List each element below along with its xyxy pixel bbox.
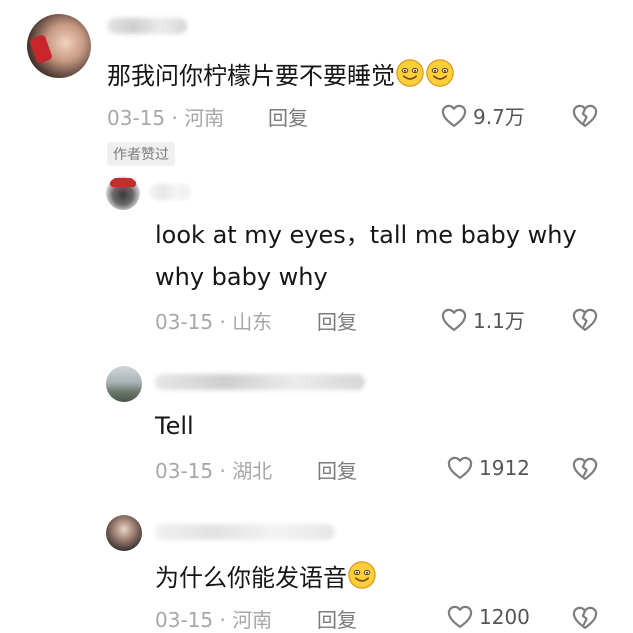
like-button[interactable]: 9.7万 — [440, 101, 525, 130]
like-count: 1912 — [479, 456, 530, 480]
comment-date-location: 03-15 · 山东 — [155, 310, 273, 334]
broken-heart-icon[interactable] — [571, 604, 599, 632]
broken-heart-icon[interactable] — [571, 102, 599, 130]
comment-date-location: 03-15 · 河南 — [107, 106, 225, 130]
heart-icon — [446, 454, 474, 482]
comment-date-location: 03-15 · 河南 — [155, 608, 273, 632]
comment-text: Tell — [155, 412, 194, 440]
avatar[interactable] — [27, 14, 91, 78]
like-count: 9.7万 — [473, 105, 525, 129]
avatar[interactable] — [106, 176, 140, 210]
broken-heart-icon[interactable] — [571, 306, 599, 334]
reply-button[interactable]: 回复 — [317, 455, 357, 484]
broken-heart-icon[interactable] — [571, 455, 599, 483]
author-liked-badge: 作者赞过 — [107, 142, 175, 166]
username[interactable] — [155, 374, 365, 390]
smile-emoji — [395, 58, 425, 88]
like-button[interactable]: 1.1万 — [440, 305, 525, 334]
reply-button[interactable]: 回复 — [268, 102, 308, 131]
reply-button[interactable]: 回复 — [317, 306, 357, 335]
comment-text-line-2: why baby why — [155, 263, 328, 291]
like-button[interactable]: 1200 — [446, 603, 530, 631]
username[interactable] — [155, 524, 335, 540]
smile-emoji — [347, 560, 377, 590]
reply-button[interactable]: 回复 — [317, 604, 357, 633]
comment-date-location: 03-15 · 湖北 — [155, 459, 273, 483]
smile-emoji — [425, 58, 455, 88]
username[interactable] — [150, 184, 190, 200]
username[interactable] — [107, 18, 187, 34]
heart-icon — [440, 306, 468, 334]
avatar[interactable] — [106, 515, 142, 551]
heart-icon — [440, 102, 468, 130]
heart-icon — [446, 603, 474, 631]
like-count: 1.1万 — [473, 309, 525, 333]
like-button[interactable]: 1912 — [446, 454, 530, 482]
comment-text-line-1: look at my eyes，tall me baby why — [155, 221, 577, 249]
like-count: 1200 — [479, 605, 530, 629]
comment-text: 为什么你能发语音 — [155, 560, 377, 593]
comment-text: 那我问你柠檬片要不要睡觉 — [107, 58, 455, 91]
avatar[interactable] — [106, 366, 142, 402]
